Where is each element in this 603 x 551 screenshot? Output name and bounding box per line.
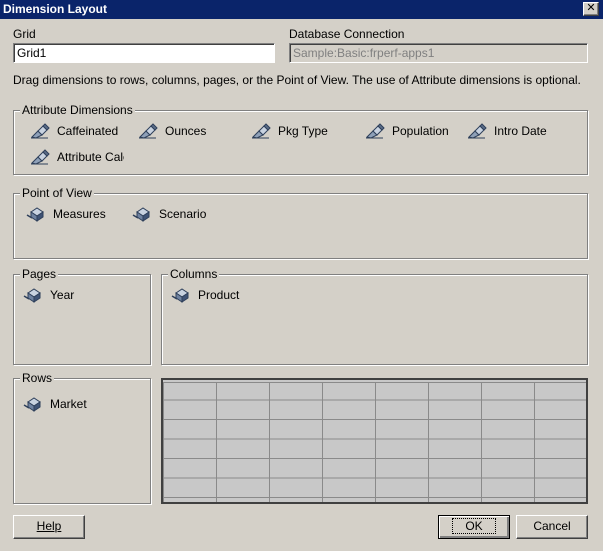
rows-group[interactable]: Rows Market — [13, 371, 151, 504]
attribute-dimension-label: Population — [392, 124, 449, 138]
pages-title: Pages — [20, 267, 59, 281]
database-connection-field: Sample:Basic:frperf-apps1 — [289, 43, 588, 63]
attribute-dimension-caffeinated[interactable]: Caffeinated — [30, 122, 118, 140]
attribute-dimension-icon — [138, 123, 158, 139]
close-button[interactable]: ✕ — [583, 2, 599, 16]
help-button-label: Help — [36, 519, 62, 533]
dimension-label: Scenario — [159, 207, 207, 221]
dimension-label: Product — [198, 288, 240, 302]
cancel-button[interactable]: Cancel — [516, 515, 588, 539]
columns-title: Columns — [168, 267, 220, 281]
attribute-dimension-label: Caffeinated — [57, 124, 119, 138]
title-bar: Dimension Layout ✕ — [0, 0, 603, 19]
dimension-icon — [23, 396, 43, 412]
attribute-dimension-attribute-calc[interactable]: Attribute Calcu — [30, 148, 124, 166]
attribute-dimensions-group: Attribute Dimensions Caffeinated Ounces … — [13, 103, 588, 175]
attribute-dimension-population[interactable]: Population — [365, 122, 449, 140]
columns-dimension-product[interactable]: Product — [171, 286, 239, 304]
columns-group[interactable]: Columns Product — [161, 267, 588, 365]
attribute-dimension-ounces[interactable]: Ounces — [138, 122, 206, 140]
grid-preview — [161, 378, 588, 504]
dimension-icon — [171, 287, 191, 303]
dimension-label: Year — [50, 288, 75, 302]
dimension-label: Market — [50, 397, 87, 411]
dimension-icon — [26, 206, 46, 222]
attribute-dimensions-title: Attribute Dimensions — [20, 103, 135, 117]
window-title: Dimension Layout — [3, 2, 108, 16]
ok-button-label: OK — [452, 518, 496, 534]
grid-label: Grid — [13, 27, 36, 41]
dimension-icon — [23, 287, 43, 303]
dimension-icon — [132, 206, 152, 222]
pov-dimension-scenario[interactable]: Scenario — [132, 205, 206, 223]
attribute-dimension-intro-date[interactable]: Intro Date — [467, 122, 547, 140]
rows-title: Rows — [20, 371, 55, 385]
attribute-dimension-icon — [467, 123, 487, 139]
dimension-label: Measures — [53, 207, 106, 221]
attribute-dimension-label: Intro Date — [494, 124, 547, 138]
attribute-dimension-label: Attribute Calcu — [57, 150, 124, 164]
cancel-button-label: Cancel — [533, 519, 571, 533]
pov-dimension-measures[interactable]: Measures — [26, 205, 106, 223]
attribute-dimension-icon — [365, 123, 385, 139]
help-button[interactable]: Help — [13, 515, 85, 539]
database-connection-label: Database Connection — [289, 27, 405, 41]
attribute-dimension-icon — [251, 123, 271, 139]
point-of-view-title: Point of View — [20, 186, 94, 200]
rows-dimension-market[interactable]: Market — [23, 395, 87, 413]
pages-group[interactable]: Pages Year — [13, 267, 151, 365]
attribute-dimension-icon — [30, 123, 50, 139]
close-icon: ✕ — [586, 2, 596, 14]
grid-name-input[interactable]: Grid1 — [13, 43, 275, 63]
attribute-dimension-icon — [30, 149, 50, 165]
attribute-dimension-label: Ounces — [165, 124, 207, 138]
grid-preview-header — [163, 380, 586, 383]
attribute-dimension-label: Pkg Type — [278, 124, 328, 138]
attribute-dimension-pkg-type[interactable]: Pkg Type — [251, 122, 328, 140]
point-of-view-group[interactable]: Point of View Measures Scenario — [13, 186, 588, 259]
instructions-text: Drag dimensions to rows, columns, pages,… — [13, 73, 581, 87]
ok-button[interactable]: OK — [438, 515, 510, 539]
pages-dimension-year[interactable]: Year — [23, 286, 74, 304]
